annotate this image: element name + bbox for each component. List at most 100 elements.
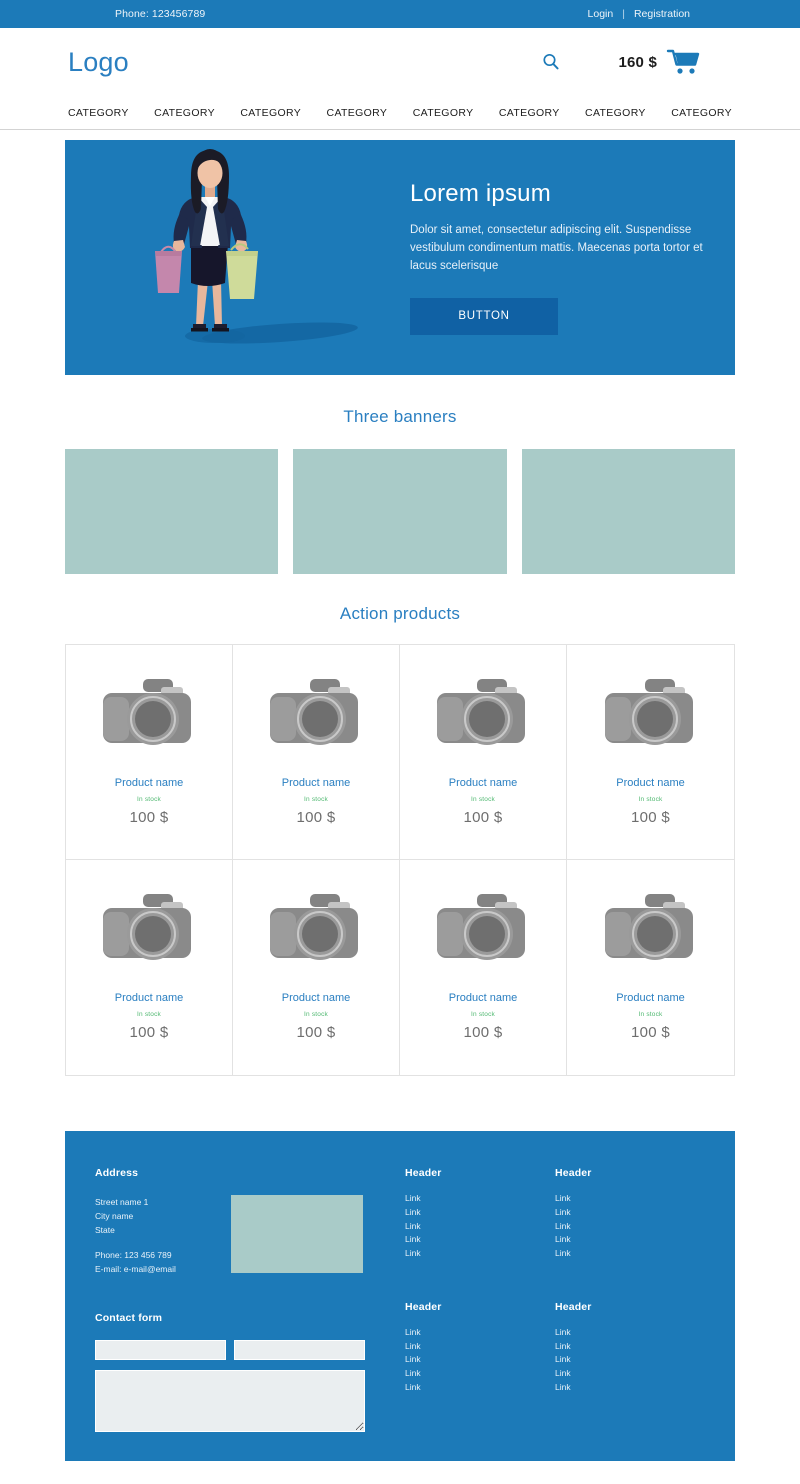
product-card[interactable]: Product name In stock 100 $ — [233, 860, 400, 1075]
cart-total: 160 $ — [618, 53, 657, 71]
nav-item-5[interactable]: CATEGORY — [413, 107, 474, 119]
banners-section-title: Three banners — [343, 407, 457, 426]
nav-item-2[interactable]: CATEGORY — [154, 107, 215, 119]
product-card[interactable]: Product name In stock 100 $ — [567, 860, 734, 1075]
map-placeholder[interactable] — [231, 1195, 363, 1273]
banner-1[interactable] — [65, 449, 279, 574]
hero-copy: Lorem ipsum Dolor sit amet, consectetur … — [410, 180, 735, 335]
contact-message-field[interactable] — [95, 1370, 365, 1433]
product-price: 100 $ — [129, 1024, 169, 1041]
footer-link[interactable]: Link — [555, 1192, 705, 1206]
product-card[interactable]: Product name In stock 100 $ — [66, 860, 233, 1075]
product-card[interactable]: Product name In stock 100 $ — [567, 645, 734, 860]
footer-link[interactable]: Link — [405, 1367, 555, 1381]
hero-illustration — [65, 140, 410, 375]
login-link[interactable]: Login — [588, 8, 614, 20]
footer-column-3: Header Link Link Link Link Link — [405, 1301, 555, 1395]
banners-row — [65, 449, 735, 574]
product-image — [261, 667, 371, 763]
product-name: Product name — [114, 777, 184, 789]
footer-link[interactable]: Link — [555, 1233, 705, 1247]
footer-link[interactable]: Link — [405, 1206, 555, 1220]
product-name: Product name — [448, 777, 518, 789]
product-price: 100 $ — [463, 809, 503, 826]
hero-banner: Lorem ipsum Dolor sit amet, consectetur … — [65, 140, 735, 375]
hero-cta-button[interactable]: BUTTON — [410, 297, 558, 335]
footer-link[interactable]: Link — [405, 1353, 555, 1367]
category-nav: CATEGORY CATEGORY CATEGORY CATEGORY CATE… — [0, 96, 800, 130]
nav-item-6[interactable]: CATEGORY — [499, 107, 560, 119]
footer-column-heading: Header — [405, 1167, 442, 1179]
address-spacer — [95, 1237, 205, 1248]
footer-link[interactable]: Link — [405, 1340, 555, 1354]
footer-link[interactable]: Link — [555, 1381, 705, 1395]
product-stock-status: In stock — [304, 1011, 328, 1018]
footer-column-2: Header Link Link Link Link Link Header L… — [555, 1167, 705, 1437]
page-root: Phone: 123456789 Login | Registration Lo… — [0, 0, 800, 1484]
product-card[interactable]: Product name In stock 100 $ — [400, 645, 567, 860]
nav-item-1[interactable]: CATEGORY — [68, 107, 129, 119]
product-card[interactable]: Product name In stock 100 $ — [400, 860, 567, 1075]
search-button[interactable] — [536, 47, 566, 77]
product-image — [94, 667, 204, 763]
footer-column-heading: Header — [555, 1300, 592, 1313]
product-name: Product name — [281, 992, 351, 1004]
product-price: 100 $ — [630, 1024, 671, 1041]
product-stock-status: In stock — [137, 796, 161, 803]
contact-email-field[interactable] — [234, 1340, 365, 1361]
footer-link[interactable]: Link — [555, 1326, 705, 1340]
banner-2[interactable] — [293, 449, 507, 574]
footer-link[interactable]: Link — [405, 1220, 555, 1234]
product-card[interactable]: Product name In stock 100 $ — [233, 645, 400, 860]
logo[interactable]: Logo — [68, 47, 129, 78]
nav-item-8[interactable]: CATEGORY — [671, 107, 732, 119]
hero-title: Lorem ipsum — [410, 180, 551, 208]
site-footer: Address Street name 1 City name State Ph… — [65, 1131, 735, 1461]
footer-column-1: Header Link Link Link Link Link Header L… — [405, 1167, 555, 1437]
nav-item-3[interactable]: CATEGORY — [240, 107, 301, 119]
footer-link[interactable]: Link — [405, 1381, 555, 1395]
top-bar: Phone: 123456789 Login | Registration — [0, 0, 800, 28]
product-stock-status: In stock — [638, 1011, 663, 1018]
footer-link[interactable]: Link — [555, 1367, 705, 1381]
product-price: 100 $ — [630, 809, 671, 826]
product-stock-status: In stock — [304, 796, 328, 803]
footer-link[interactable]: Link — [555, 1206, 705, 1220]
footer-link[interactable]: Link — [555, 1247, 705, 1261]
camera-icon — [270, 679, 358, 745]
cart-button[interactable]: 160 $ — [618, 49, 700, 76]
footer-link[interactable]: Link — [405, 1247, 555, 1261]
footer-link[interactable]: Link — [405, 1233, 555, 1247]
woman-with-shopping-bags-illustration — [155, 149, 358, 344]
address-state: State — [95, 1225, 115, 1236]
footer-link[interactable]: Link — [405, 1192, 555, 1206]
product-image — [596, 882, 706, 978]
footer-link[interactable]: Link — [555, 1340, 705, 1354]
nav-item-4[interactable]: CATEGORY — [327, 107, 388, 119]
address-phone: Phone: 123 456 789 — [95, 1250, 172, 1261]
product-stock-status: In stock — [471, 796, 495, 803]
contact-name-field[interactable] — [95, 1340, 226, 1361]
products-section-title: Action products — [339, 604, 461, 623]
banner-3[interactable] — [521, 449, 735, 574]
contact-form-heading: Contact form — [95, 1312, 163, 1325]
product-name: Product name — [281, 777, 351, 789]
product-image — [428, 667, 538, 763]
footer-link[interactable]: Link — [555, 1220, 705, 1234]
footer-link-columns: Header Link Link Link Link Link Header L… — [375, 1167, 705, 1437]
registration-link[interactable]: Registration — [634, 8, 690, 20]
topbar-account-links: Login | Registration — [588, 8, 690, 20]
footer-link[interactable]: Link — [405, 1326, 555, 1340]
products-grid: Product name In stock 100 $ Product name… — [65, 644, 735, 1076]
nav-item-7[interactable]: CATEGORY — [585, 107, 646, 119]
footer-link[interactable]: Link — [555, 1353, 705, 1367]
footer-column-heading: Header — [555, 1167, 592, 1179]
hero-description: Dolor sit amet, consectetur adipiscing e… — [410, 224, 703, 272]
product-price: 100 $ — [296, 1024, 336, 1041]
camera-icon — [103, 679, 191, 745]
product-image — [428, 882, 538, 978]
product-card[interactable]: Product name In stock 100 $ — [66, 645, 233, 860]
footer-column-heading: Header — [405, 1300, 442, 1313]
product-image — [94, 882, 204, 978]
address-city: City name — [95, 1211, 134, 1222]
